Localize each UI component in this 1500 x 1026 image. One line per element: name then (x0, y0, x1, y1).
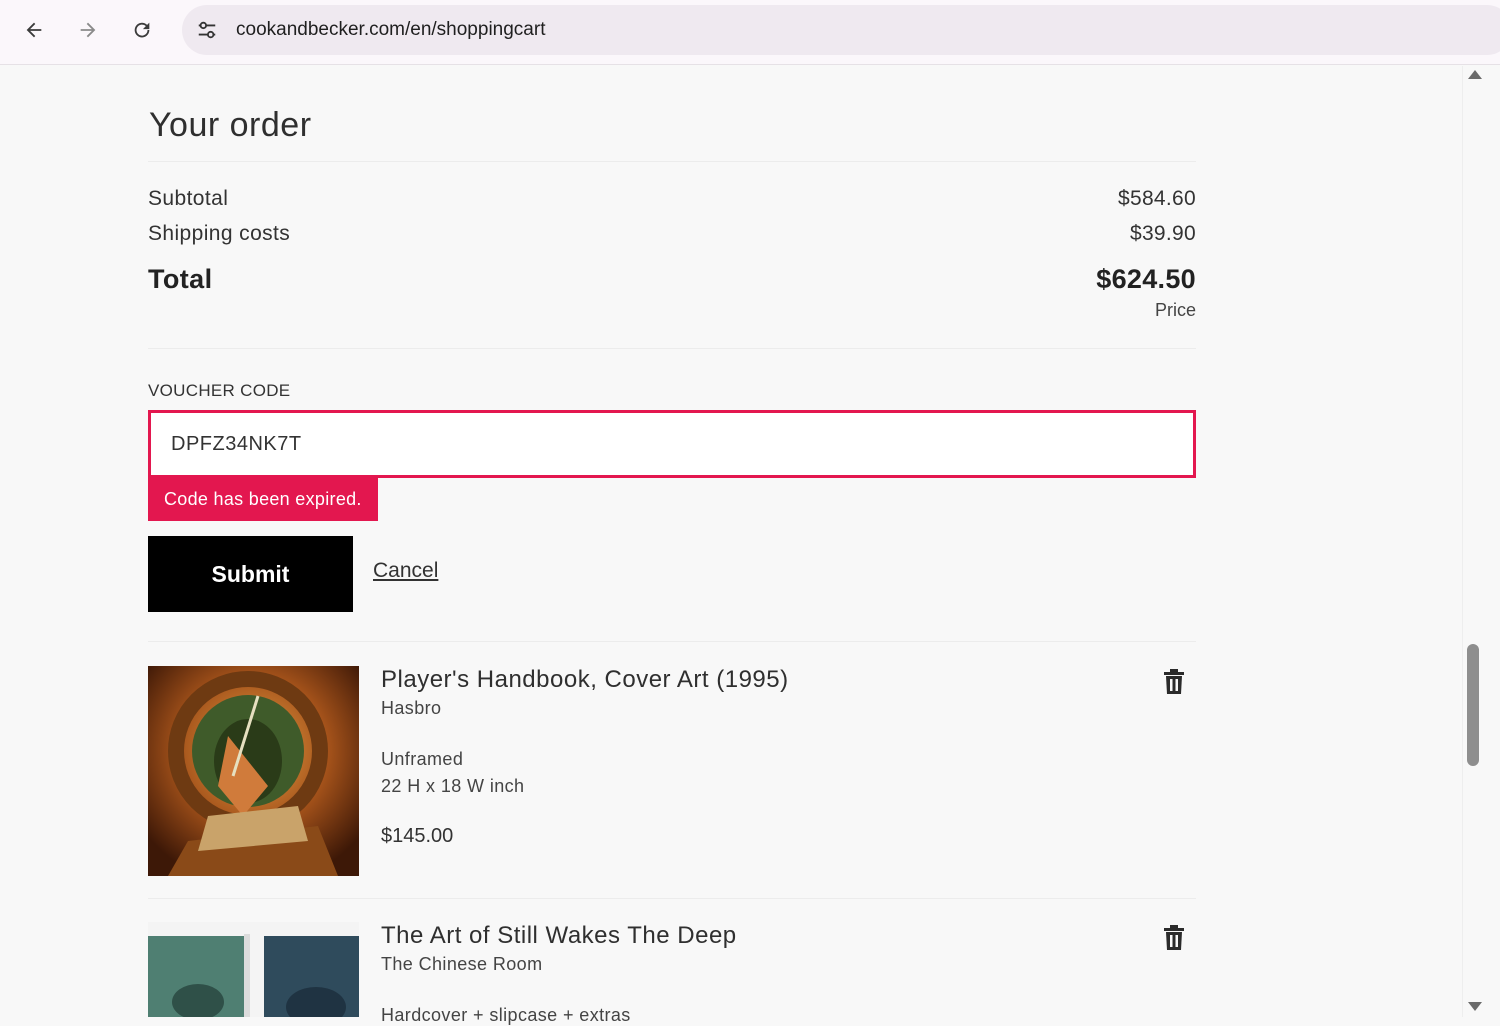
voucher-label: VOUCHER CODE (148, 381, 291, 400)
item-thumbnail[interactable] (148, 922, 359, 1017)
cancel-link[interactable]: Cancel (373, 559, 438, 583)
arrow-right-icon (80, 22, 96, 38)
shipping-value: $39.90 (1129, 222, 1196, 245)
page-scrollbar[interactable] (1462, 66, 1487, 1017)
browser-toolbar: cookandbecker.com/en/shoppingcart (0, 0, 1500, 65)
item-size: 22 H x 18 W inch (381, 776, 525, 796)
item-format: Hardcover + slipcase + extras (381, 1005, 631, 1025)
reload-button[interactable] (122, 10, 162, 50)
item-publisher: Hasbro (381, 698, 442, 718)
scroll-up-arrow-icon[interactable] (1468, 70, 1482, 79)
trash-icon (1164, 925, 1184, 950)
subtotal-row: Subtotal $584.60 (148, 187, 1196, 211)
total-value: $624.50 (1096, 264, 1196, 294)
trash-icon (1164, 669, 1184, 694)
item-title[interactable]: The Art of Still Wakes The Deep (381, 922, 737, 950)
divider (148, 898, 1196, 899)
delete-item-button[interactable] (1163, 925, 1187, 951)
item-thumbnail[interactable] (148, 666, 359, 876)
total-label: Total (148, 264, 213, 294)
scroll-thumb[interactable] (1467, 644, 1479, 766)
item-publisher: The Chinese Room (381, 954, 543, 974)
total-row: Total $624.50 (148, 264, 1196, 295)
item-frame: Unframed (381, 749, 464, 769)
voucher-code-input[interactable] (148, 410, 1196, 478)
shipping-row: Shipping costs $39.90 (148, 222, 1196, 246)
divider (148, 641, 1196, 642)
arrow-left-icon (26, 22, 42, 38)
divider (148, 348, 1196, 349)
subtotal-value: $584.60 (1117, 187, 1196, 210)
delete-item-button[interactable] (1163, 669, 1187, 695)
tune-icon[interactable] (194, 17, 220, 43)
forward-button[interactable] (68, 10, 108, 50)
shipping-label: Shipping costs (148, 222, 291, 245)
divider (148, 161, 1196, 162)
voucher-error-message: Code has been expired. (148, 478, 378, 521)
subtotal-label: Subtotal (148, 187, 229, 210)
price-note: Price (1154, 300, 1196, 320)
scroll-down-arrow-icon[interactable] (1468, 1002, 1482, 1011)
back-button[interactable] (14, 10, 54, 50)
submit-button[interactable]: Submit (148, 536, 353, 612)
page-title: Your order (149, 106, 312, 144)
item-title[interactable]: Player's Handbook, Cover Art (1995) (381, 666, 789, 694)
address-bar[interactable]: cookandbecker.com/en/shoppingcart (182, 5, 1500, 55)
reload-icon (134, 22, 150, 38)
item-price: $145.00 (381, 825, 454, 847)
url-text[interactable]: cookandbecker.com/en/shoppingcart (236, 19, 545, 41)
